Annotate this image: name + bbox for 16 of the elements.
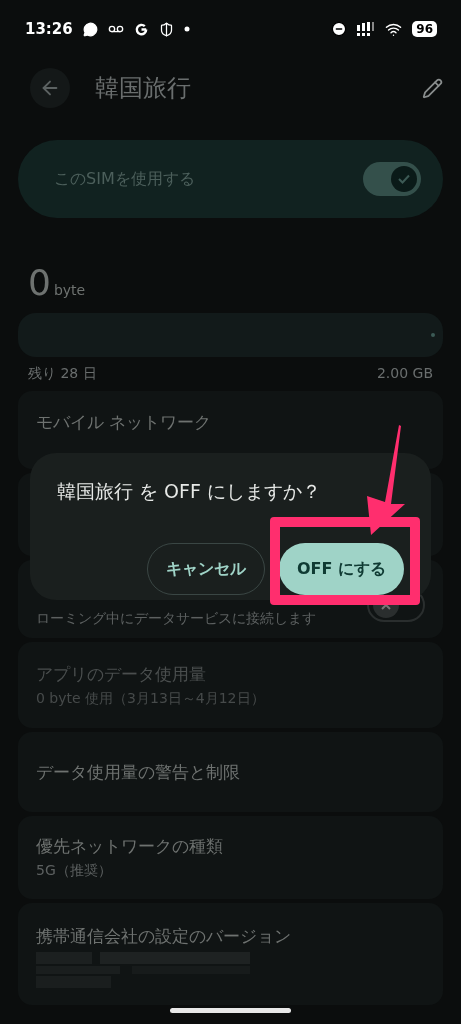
item-title: 携帯通信会社の設定のバージョン — [36, 925, 292, 948]
usage-amount: 0 — [28, 262, 51, 303]
battery-level: 96 — [412, 21, 437, 37]
item-subtitle: ローミング中にデータサービスに接続します — [36, 610, 317, 628]
dialog-message: 韓国旅行 を OFF にしますか？ — [57, 479, 322, 504]
item-subtitle: 5G（推奨） — [36, 862, 113, 880]
item-title: 優先ネットワークの種類 — [36, 835, 224, 858]
item-title: アプリのデータ使用量 — [36, 662, 207, 686]
days-remaining: 残り 28 日 — [28, 365, 97, 383]
status-time: 13:26 — [25, 20, 73, 38]
sim-switch-label: このSIMを使用する — [54, 168, 196, 190]
page-title: 韓国旅行 — [95, 73, 192, 104]
data-limit: 2.00 GB — [376, 365, 433, 383]
item-title: データ使用量の警告と制限 — [36, 760, 241, 784]
usage-unit: byte — [53, 282, 86, 298]
item-title: モバイル ネットワーク — [36, 411, 213, 434]
